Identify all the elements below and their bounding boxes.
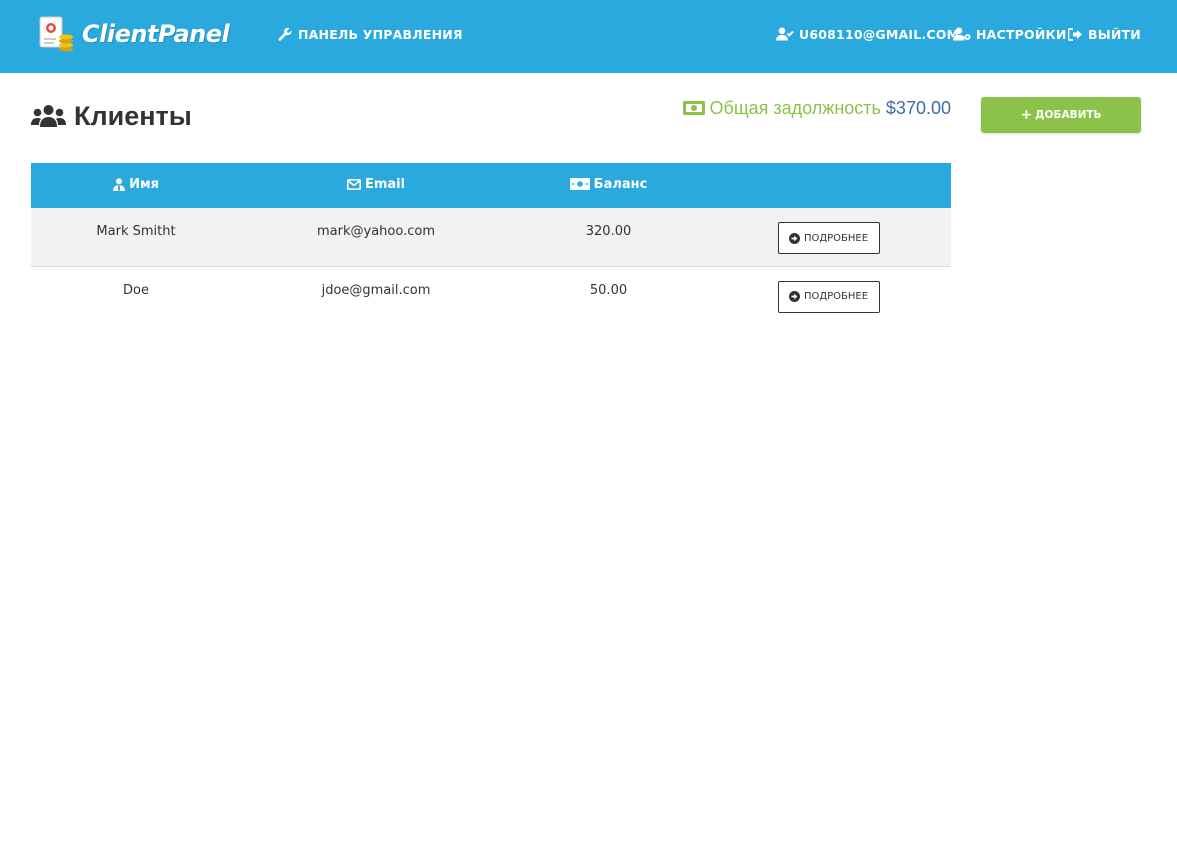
add-client-button[interactable]: + ДОБАВИТЬ: [981, 97, 1141, 133]
total-debt: Общая задолжность $370.00: [682, 96, 951, 120]
client-name: Mark Smitht: [31, 208, 241, 267]
header-action: [706, 163, 951, 208]
table-row: Doe jdoe@gmail.com 50.00 ПОДРОБНЕЕ: [31, 266, 951, 324]
header-balance-label: Баланс: [593, 176, 648, 192]
table-row: Mark Smitht mark@yahoo.com 320.00 ПОДРОБ…: [31, 208, 951, 267]
money-bill-icon: [569, 178, 590, 191]
top-navbar: ClientPanel ПАНЕЛЬ УПРАВЛЕНИЯ U608110@GM…: [0, 0, 1177, 73]
arrow-circle-right-icon: [788, 291, 800, 302]
nav-logout-link[interactable]: ВЫЙТИ: [1068, 24, 1141, 44]
header-name[interactable]: Имя: [31, 163, 241, 208]
client-balance: 320.00: [511, 208, 706, 267]
details-button-label: ПОДРОБНЕЕ: [803, 232, 869, 244]
header-email-label: Email: [364, 177, 406, 192]
nav-logout-label: ВЫЙТИ: [1088, 26, 1141, 42]
user-check-icon: [776, 27, 794, 41]
page-title: Клиенты: [31, 96, 192, 136]
brand-text: ClientPanel: [82, 20, 230, 48]
brand-link[interactable]: ClientPanel: [36, 15, 230, 53]
money-bill-icon: [682, 101, 705, 115]
details-button-label: ПОДРОБНЕЕ: [803, 291, 869, 302]
nav-settings-link[interactable]: НАСТРОЙКИ: [953, 24, 1067, 44]
client-email: mark@yahoo.com: [241, 208, 511, 267]
arrow-circle-right-icon: [788, 232, 800, 244]
nav-dashboard-link[interactable]: ПАНЕЛЬ УПРАВЛЕНИЯ: [278, 24, 463, 44]
total-debt-value: $370.00: [885, 97, 951, 118]
nav-user-link[interactable]: U608110@GMAIL.COM: [776, 24, 959, 44]
nav-settings-label: НАСТРОЙКИ: [976, 26, 1067, 42]
nav-user-email: U608110@GMAIL.COM: [799, 26, 960, 42]
total-debt-label: Общая задолжность: [709, 97, 881, 118]
client-balance: 50.00: [589, 282, 628, 298]
wrench-icon: [278, 27, 292, 41]
client-email: jdoe@gmail.com: [321, 282, 431, 298]
user-tie-icon: [113, 177, 126, 191]
page-title-text: Клиенты: [74, 100, 192, 131]
user-cog-icon: [953, 27, 971, 41]
envelope-icon: [346, 179, 361, 190]
users-icon: [31, 105, 66, 127]
header-balance[interactable]: Баланс: [511, 163, 706, 208]
header-name-label: Имя: [129, 176, 159, 192]
details-button[interactable]: ПОДРОБНЕЕ: [777, 222, 880, 254]
sign-out-icon: [1068, 27, 1082, 41]
header-email[interactable]: Email: [241, 163, 511, 208]
add-client-label: ДОБАВИТЬ: [1035, 109, 1102, 121]
certificate-coins-icon: [36, 15, 76, 53]
table-header-row: Имя Email Баланс: [31, 163, 951, 208]
clients-table: Имя Email Баланс Mark Smitht mark@yahoo.…: [31, 163, 951, 324]
details-button[interactable]: ПОДРОБНЕЕ: [777, 280, 880, 313]
nav-dashboard-label: ПАНЕЛЬ УПРАВЛЕНИЯ: [298, 26, 463, 42]
client-action-cell: ПОДРОБНЕЕ: [706, 208, 951, 267]
client-name: Doe: [123, 282, 149, 298]
client-action-cell: ПОДРОБНЕЕ: [706, 266, 951, 324]
plus-icon: +: [1020, 107, 1033, 123]
